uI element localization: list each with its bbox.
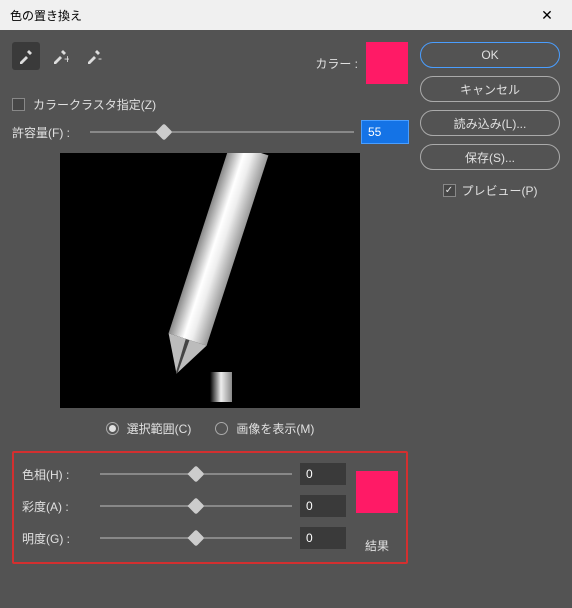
color-cluster-label: カラークラスタ指定(Z): [33, 96, 156, 113]
svg-text:-: -: [98, 51, 102, 65]
result-sliders: 色相(H) : 彩度(A) : 明度(G) :: [22, 463, 346, 554]
sat-label: 彩度(A) :: [22, 498, 92, 515]
left-panel: + - カラー : カラークラスタ指定(Z) 許容量(F) :: [12, 42, 408, 596]
tolerance-input[interactable]: [362, 121, 408, 143]
dialog-content: + - カラー : カラークラスタ指定(Z) 許容量(F) :: [0, 30, 572, 608]
result-swatch-col: 結果: [356, 463, 398, 554]
window-title: 色の置き換え: [10, 7, 532, 24]
radio-icon: [215, 422, 228, 435]
sat-input[interactable]: [300, 495, 346, 517]
color-label: カラー :: [315, 55, 358, 72]
preview-image: [60, 153, 360, 408]
hue-input[interactable]: [300, 463, 346, 485]
sat-slider[interactable]: [100, 496, 292, 516]
preview-row[interactable]: ✓ プレビュー(P): [420, 182, 560, 199]
color-cluster-row: カラークラスタ指定(Z): [12, 96, 408, 113]
preview-label: プレビュー(P): [462, 182, 538, 199]
tolerance-slider[interactable]: [90, 122, 354, 142]
radio-image-label: 画像を表示(M): [236, 420, 314, 437]
tolerance-row: 許容量(F) :: [12, 121, 408, 143]
radio-selection[interactable]: 選択範囲(C): [106, 420, 192, 437]
cancel-button[interactable]: キャンセル: [420, 76, 560, 102]
result-label: 結果: [365, 537, 389, 554]
view-mode-radios: 選択範囲(C) 画像を表示(M): [12, 420, 408, 437]
hue-label: 色相(H) :: [22, 466, 92, 483]
color-swatch[interactable]: [366, 42, 408, 84]
color-cluster-checkbox[interactable]: [12, 98, 25, 111]
right-panel: OK キャンセル 読み込み(L)... 保存(S)... ✓ プレビュー(P): [420, 42, 560, 596]
radio-image[interactable]: 画像を表示(M): [215, 420, 314, 437]
load-button[interactable]: 読み込み(L)...: [420, 110, 560, 136]
result-swatch[interactable]: [356, 471, 398, 513]
radio-selection-label: 選択範囲(C): [127, 420, 192, 437]
close-icon[interactable]: ✕: [532, 7, 562, 24]
preview-checkbox[interactable]: ✓: [443, 184, 456, 197]
light-input[interactable]: [300, 527, 346, 549]
eyedropper-icon[interactable]: [12, 42, 40, 70]
eyedropper-subtract-icon[interactable]: -: [80, 42, 108, 70]
hue-slider[interactable]: [100, 464, 292, 484]
result-box: 色相(H) : 彩度(A) : 明度(G) :: [12, 451, 408, 564]
light-slider[interactable]: [100, 528, 292, 548]
light-label: 明度(G) :: [22, 530, 92, 547]
ok-button[interactable]: OK: [420, 42, 560, 68]
titlebar: 色の置き換え ✕: [0, 0, 572, 30]
radio-icon: [106, 422, 119, 435]
svg-text:+: +: [64, 52, 69, 65]
eyedropper-add-icon[interactable]: +: [46, 42, 74, 70]
tolerance-label: 許容量(F) :: [12, 124, 82, 141]
save-button[interactable]: 保存(S)...: [420, 144, 560, 170]
